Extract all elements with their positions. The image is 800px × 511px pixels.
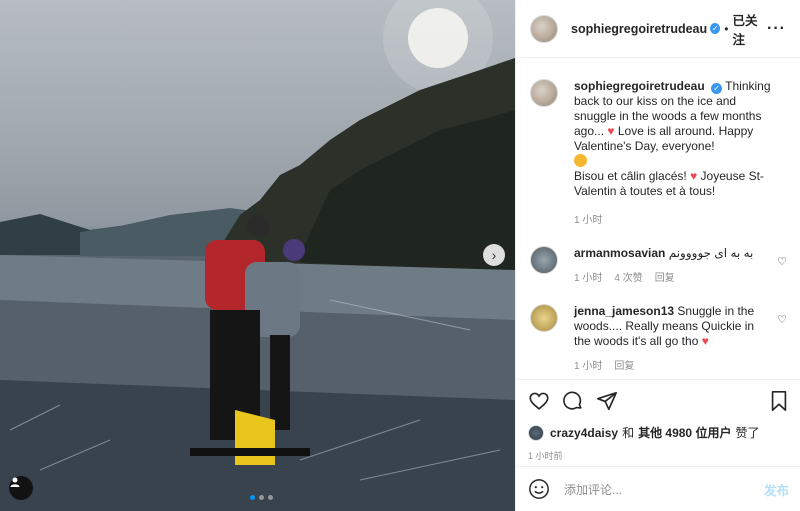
author-avatar[interactable] bbox=[530, 14, 558, 43]
like-heart-icon[interactable] bbox=[528, 390, 550, 412]
likes-summary: crazy4daisy 和 其他 4980 位用户 赞了 bbox=[528, 424, 789, 441]
smiling-face-hearts-emoji-icon bbox=[574, 154, 587, 167]
bookmark-icon[interactable] bbox=[769, 390, 789, 412]
action-icons bbox=[528, 388, 789, 414]
comment-meta: 1 小时 回复 bbox=[574, 359, 774, 374]
photo-scene bbox=[0, 0, 515, 511]
comment-reply-button[interactable]: 回复 bbox=[655, 271, 675, 286]
share-paper-plane-icon[interactable] bbox=[596, 390, 618, 412]
comment-body: jenna_jameson13 Snuggle in the woods....… bbox=[574, 304, 774, 374]
comment-item: armanmosavian به به ای جوووونم 1 小时 4 次赞… bbox=[530, 246, 787, 286]
post-actions: crazy4daisy 和 其他 4980 位用户 赞了 1 小时前 bbox=[516, 379, 800, 462]
likes-suffix: 赞了 bbox=[735, 426, 760, 440]
author-username[interactable]: sophiegregoiretrudeau bbox=[571, 22, 707, 36]
comment-time[interactable]: 1 小时 bbox=[574, 271, 602, 286]
comment-bubble-icon[interactable] bbox=[562, 390, 584, 412]
comment-item: jenna_jameson13 Snuggle in the woods....… bbox=[530, 304, 787, 374]
caption-time[interactable]: 1 小时 bbox=[574, 213, 602, 228]
comments-list[interactable]: sophiegregoiretrudeau ✓ Thinking back to… bbox=[516, 59, 800, 379]
caption-body: sophiegregoiretrudeau ✓ Thinking back to… bbox=[574, 79, 774, 228]
comment-avatar[interactable] bbox=[530, 304, 558, 332]
verified-badge-icon: ✓ bbox=[710, 23, 721, 34]
carousel-next-button[interactable]: › bbox=[483, 244, 505, 266]
comment-input[interactable]: 添加评论... bbox=[564, 481, 764, 498]
likes-others[interactable]: 其他 4980 位用户 bbox=[638, 424, 731, 441]
comment-text: به به ای جوووونم bbox=[668, 246, 754, 260]
add-comment-bar: 添加评论... 发布 bbox=[516, 466, 800, 511]
post-photo[interactable]: › bbox=[0, 0, 515, 511]
person-icon bbox=[10, 477, 20, 487]
comment-avatar[interactable] bbox=[530, 246, 558, 274]
comment-body: armanmosavian به به ای جوووونم 1 小时 4 次赞… bbox=[574, 246, 774, 286]
comment-username[interactable]: armanmosavian bbox=[574, 246, 665, 260]
red-heart-emoji-icon: ♥ bbox=[690, 169, 698, 183]
comment-meta: 1 小时 4 次赞 回复 bbox=[574, 271, 774, 286]
comment-reply-button[interactable]: 回复 bbox=[614, 359, 634, 374]
carousel-indicator bbox=[250, 495, 273, 500]
tagged-users-button[interactable] bbox=[9, 476, 33, 500]
caption-username[interactable]: sophiegregoiretrudeau bbox=[574, 79, 705, 93]
like-comment-heart-icon[interactable]: ♡ bbox=[777, 255, 787, 268]
caption-avatar[interactable] bbox=[530, 79, 558, 107]
comment-likes[interactable]: 4 次赞 bbox=[614, 271, 642, 286]
emoji-smile-icon[interactable] bbox=[528, 478, 550, 500]
carousel-dot bbox=[259, 495, 264, 500]
carousel-dot bbox=[268, 495, 273, 500]
red-heart-emoji-icon: ♥ bbox=[607, 124, 615, 138]
carousel-dot bbox=[250, 495, 255, 500]
post-header: sophiegregoiretrudeau ✓ • 已关注 ··· bbox=[516, 0, 800, 58]
chevron-right-icon: › bbox=[491, 247, 497, 263]
more-options-icon[interactable]: ··· bbox=[767, 20, 786, 38]
comment-time[interactable]: 1 小时 bbox=[574, 359, 602, 374]
red-heart-emoji-icon: ♥ bbox=[701, 334, 709, 348]
following-button[interactable]: 已关注 bbox=[732, 10, 767, 48]
post-timestamp[interactable]: 1 小时前 bbox=[528, 449, 789, 462]
liker-avatar[interactable] bbox=[528, 424, 544, 441]
post-comment-button[interactable]: 发布 bbox=[764, 480, 789, 499]
likes-conjunction: 和 bbox=[622, 426, 635, 440]
like-comment-heart-icon[interactable]: ♡ bbox=[777, 313, 787, 326]
caption-meta: 1 小时 bbox=[574, 213, 774, 228]
liker-username[interactable]: crazy4daisy bbox=[550, 426, 618, 440]
verified-badge-icon: ✓ bbox=[711, 83, 723, 94]
follow-separator: • bbox=[724, 21, 729, 36]
post-side-panel: sophiegregoiretrudeau ✓ • 已关注 ··· sophie… bbox=[515, 0, 800, 511]
comment-username[interactable]: jenna_jameson13 bbox=[574, 304, 674, 318]
caption: sophiegregoiretrudeau ✓ Thinking back to… bbox=[530, 79, 787, 228]
caption-text-2a: Bisou et câlin glacés! bbox=[574, 169, 687, 183]
